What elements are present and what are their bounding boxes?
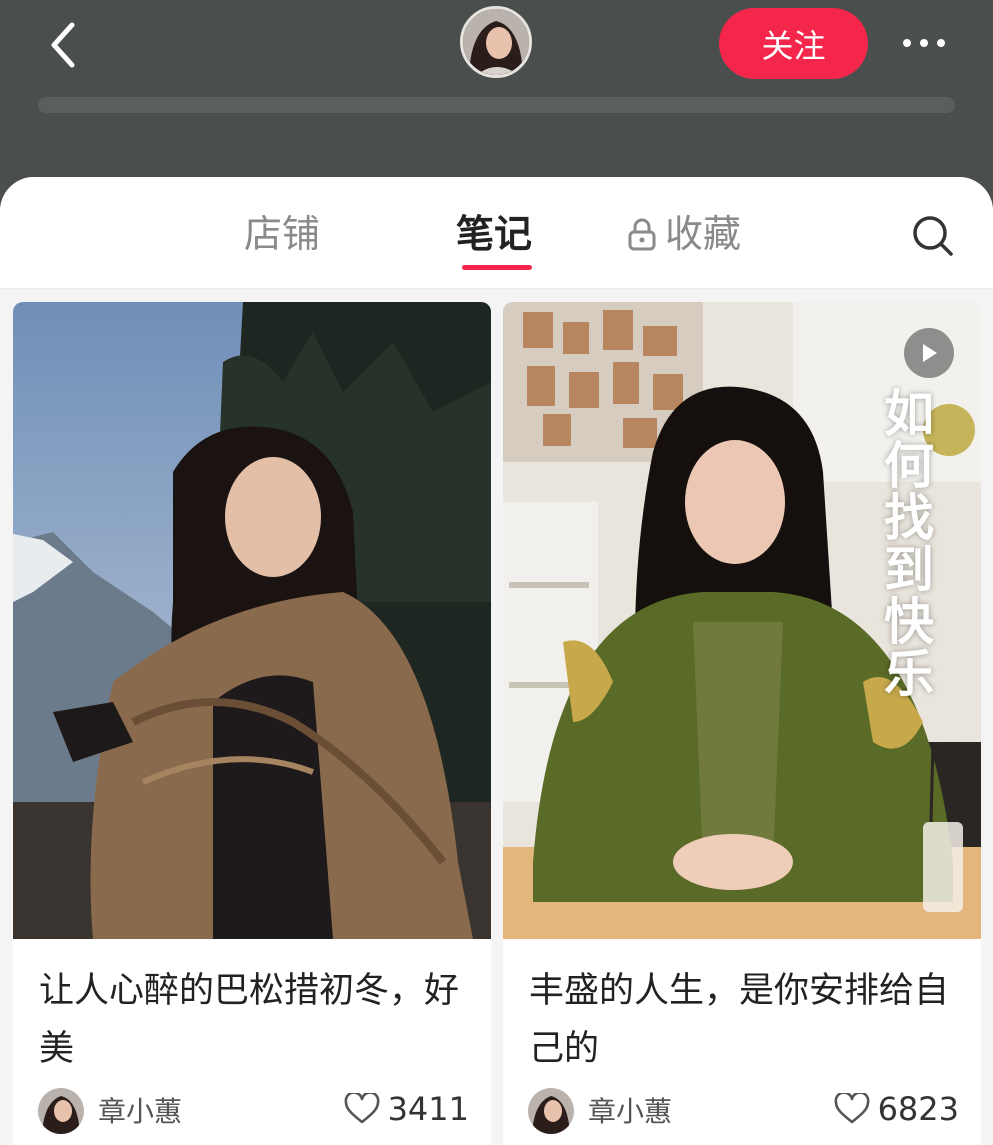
more-dots-icon [903,39,911,47]
video-badge [904,328,954,378]
tab-notes-label: 笔记 [456,212,533,256]
search-icon [913,216,953,256]
author-name[interactable]: 章小蕙 [588,1092,672,1132]
search-button[interactable] [910,213,956,259]
note-card[interactable]: 让人心醉的巴松措初冬，好美 章小蕙 3411 [13,302,491,1145]
chevron-left-icon [51,22,75,68]
avatar-image [463,9,529,75]
active-tab-indicator [462,265,532,270]
back-button[interactable] [38,18,88,72]
lock-icon [628,218,656,251]
header-progress-bar [38,97,955,113]
video-overlay-text: 如何找到快乐 [876,387,934,699]
like-button[interactable]: 6823 [834,1090,959,1128]
note-cover-image[interactable]: 如何找到快乐 [503,302,981,939]
avatar-image [528,1088,574,1134]
top-bar: 关注 [0,0,993,190]
profile-avatar[interactable] [460,6,532,78]
avatar-image [38,1088,84,1134]
note-cover-image[interactable] [13,302,491,939]
heart-icon [344,1093,380,1124]
author-avatar[interactable] [38,1088,84,1134]
like-count: 3411 [387,1090,469,1128]
tab-shop[interactable]: 店铺 [244,209,320,259]
cover-photo [13,302,491,939]
author-avatar[interactable] [528,1088,574,1134]
tab-bar: 店铺 笔记 收藏 [0,177,993,289]
like-button[interactable]: 3411 [344,1090,469,1128]
heart-icon [834,1093,870,1124]
tab-collections[interactable]: 收藏 [627,209,741,259]
follow-button[interactable]: 关注 [719,8,868,79]
more-button[interactable] [896,26,952,60]
tab-notes[interactable]: 笔记 [456,209,532,259]
like-count: 6823 [877,1090,959,1128]
note-title[interactable]: 让人心醉的巴松措初冬，好美 [39,962,469,1078]
author-name[interactable]: 章小蕙 [98,1092,182,1132]
note-title[interactable]: 丰盛的人生，是你安排给自己的 [529,962,959,1078]
tab-shop-label: 店铺 [244,212,321,256]
note-card[interactable]: 如何找到快乐 丰盛的人生，是你安排给自己的 章小蕙 6823 [503,302,981,1145]
play-icon [923,344,937,362]
tab-collections-label: 收藏 [665,212,742,256]
